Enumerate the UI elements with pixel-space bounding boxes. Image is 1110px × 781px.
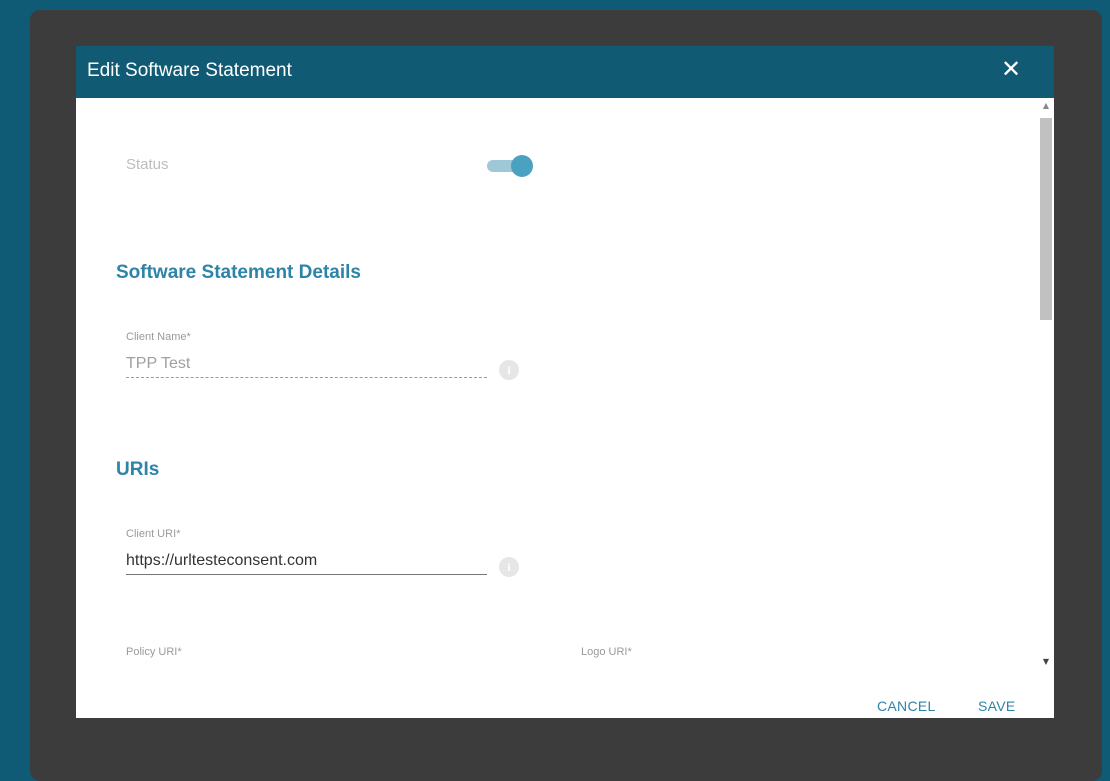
scrollbar-thumb[interactable] bbox=[1040, 118, 1052, 320]
status-label: Status bbox=[126, 156, 169, 173]
client-uri-label: Client URI* bbox=[126, 528, 181, 540]
section-title-uris: URIs bbox=[116, 459, 160, 480]
scroll-down-arrow-icon[interactable]: ▼ bbox=[1038, 654, 1054, 670]
toggle-thumb bbox=[511, 155, 533, 177]
cancel-button[interactable]: CANCEL bbox=[877, 698, 936, 714]
policy-uri-label: Policy URI* bbox=[126, 646, 182, 658]
info-icon[interactable]: i bbox=[499, 557, 519, 577]
scroll-up-arrow-icon[interactable]: ▲ bbox=[1038, 98, 1054, 114]
scrollbar[interactable]: ▲ ▼ bbox=[1038, 98, 1054, 670]
edit-software-statement-dialog: Edit Software Statement ✕ Status Softwar… bbox=[76, 46, 1054, 718]
save-button[interactable]: SAVE bbox=[978, 698, 1016, 714]
close-icon[interactable]: ✕ bbox=[998, 56, 1024, 82]
client-uri-field[interactable] bbox=[126, 548, 487, 575]
dialog-title: Edit Software Statement bbox=[87, 60, 292, 81]
client-name-field[interactable] bbox=[126, 351, 487, 378]
dialog-content[interactable] bbox=[76, 98, 1038, 670]
status-toggle[interactable] bbox=[487, 155, 533, 177]
section-title-details: Software Statement Details bbox=[116, 262, 361, 283]
info-icon[interactable]: i bbox=[499, 360, 519, 380]
logo-uri-label: Logo URI* bbox=[581, 646, 632, 658]
dialog-header: Edit Software Statement ✕ bbox=[76, 46, 1054, 98]
client-name-label: Client Name* bbox=[126, 331, 191, 343]
